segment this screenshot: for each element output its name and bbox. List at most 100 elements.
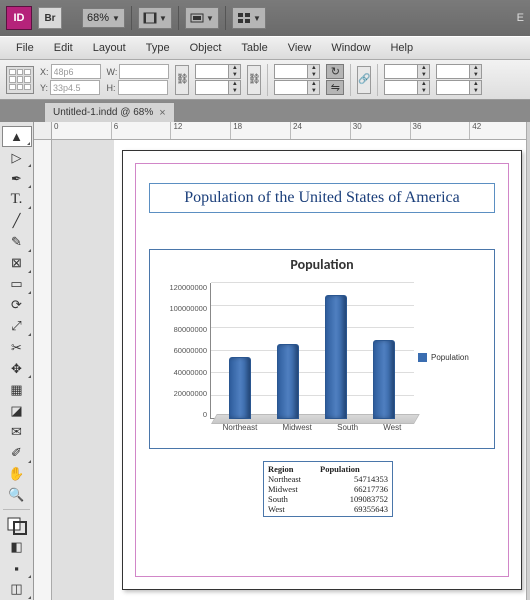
document-tab-bar: Untitled-1.indd @ 68% ×: [0, 100, 530, 122]
table-row: South109083752: [268, 494, 388, 504]
screen-icon: [190, 12, 204, 24]
menu-view[interactable]: View: [278, 39, 322, 57]
zoom-level-combo[interactable]: 68% ▼: [82, 8, 125, 28]
zoom-value: 68%: [87, 12, 109, 24]
rotate-spinner[interactable]: ▲▼: [274, 64, 320, 79]
pasteboard: [52, 140, 114, 600]
h-label: H:: [107, 83, 116, 93]
constrain-scale-icon[interactable]: ⛓: [247, 65, 261, 95]
y-input[interactable]: [50, 80, 100, 95]
grid-icon: [237, 12, 251, 24]
film-icon: [143, 12, 157, 24]
rotate-cw-button[interactable]: ↻: [326, 64, 344, 79]
type-tool[interactable]: T.: [2, 189, 32, 210]
gradient-tool[interactable]: ▦: [2, 379, 32, 400]
formatting-affects-button[interactable]: ◧: [2, 537, 32, 558]
fill-stroke-swatch[interactable]: [2, 516, 32, 537]
table-header-region: Region: [268, 464, 318, 474]
menu-file[interactable]: File: [6, 39, 44, 57]
scale-tool[interactable]: ⤢: [2, 316, 32, 337]
view-mode-button[interactable]: ◫: [2, 579, 32, 600]
shear-spinner[interactable]: ▲▼: [274, 80, 320, 95]
document-tab[interactable]: Untitled-1.indd @ 68% ×: [44, 102, 175, 122]
stroke-spinner-2[interactable]: ▲▼: [384, 80, 430, 95]
stroke-spinner-1[interactable]: ▲▼: [384, 64, 430, 79]
menu-window[interactable]: Window: [321, 39, 380, 57]
bar: [373, 340, 395, 419]
scale-x-spinner[interactable]: ▲▼: [195, 64, 241, 79]
screen-mode-button[interactable]: ▼: [185, 7, 219, 29]
workspace-label-cut: E: [517, 12, 524, 24]
table-row: West69355643: [268, 504, 388, 514]
view-options-button[interactable]: ▼: [138, 7, 172, 29]
canvas[interactable]: Population of the United States of Ameri…: [52, 140, 530, 600]
data-table-frame[interactable]: RegionPopulation Northeast54714353 Midwe…: [263, 461, 393, 517]
ruler-tick: 6: [112, 122, 172, 139]
zoom-tool[interactable]: 🔍: [2, 485, 32, 506]
chevron-down-icon: ▼: [112, 14, 120, 23]
category-label: West: [383, 423, 401, 437]
vertical-ruler[interactable]: [34, 140, 52, 600]
menu-edit[interactable]: Edit: [44, 39, 83, 57]
title-text: Population of the United States of Ameri…: [184, 189, 460, 207]
bar: [325, 295, 347, 419]
y-tick: 0: [158, 410, 207, 419]
menu-object[interactable]: Object: [180, 39, 232, 57]
control-panel: X: Y: W: H: ⛓ ▲▼ ▲▼ ⛓ ▲▼ ▲▼ ↻ ⇋ 🔗 ▲▼ ▲▼ …: [0, 60, 530, 100]
line-tool[interactable]: ╱: [2, 210, 32, 231]
menu-type[interactable]: Type: [136, 39, 180, 57]
divider: [131, 6, 132, 30]
arrange-docs-button[interactable]: ▼: [232, 7, 266, 29]
rectangle-frame-tool[interactable]: ⊠: [2, 253, 32, 274]
w-label: W:: [107, 67, 118, 77]
menu-layout[interactable]: Layout: [83, 39, 136, 57]
table-header-pop: Population: [318, 464, 388, 474]
bar: [229, 357, 251, 419]
h-input[interactable]: [118, 80, 168, 95]
menu-help[interactable]: Help: [380, 39, 423, 57]
right-panel-edge[interactable]: [526, 122, 530, 600]
apply-color-button[interactable]: ▪: [2, 558, 32, 579]
stroke-spinner-3[interactable]: ▲▼: [436, 64, 482, 79]
chart-frame[interactable]: Population 12000000010000000080000000600…: [149, 249, 495, 449]
scale-y-spinner[interactable]: ▲▼: [195, 80, 241, 95]
ruler-tick: 30: [351, 122, 411, 139]
tab-title: Untitled-1.indd @ 68%: [53, 107, 153, 118]
eyedropper-tool[interactable]: ✐: [2, 442, 32, 463]
ruler-tick: 0: [52, 122, 112, 139]
document-page[interactable]: Population of the United States of Ameri…: [122, 150, 522, 590]
bridge-icon[interactable]: Br: [38, 7, 62, 29]
menu-table[interactable]: Table: [231, 39, 277, 57]
pencil-tool[interactable]: ✎: [2, 232, 32, 253]
direct-selection-tool[interactable]: ▷: [2, 147, 32, 168]
chart-plot-area: 1200000001000000008000000060000000400000…: [158, 277, 414, 437]
note-tool[interactable]: ✉: [2, 421, 32, 442]
constrain-link-icon[interactable]: ⛓: [175, 65, 189, 95]
w-input[interactable]: [119, 64, 169, 79]
category-label: South: [337, 423, 358, 437]
y-tick: 120000000: [158, 283, 207, 292]
stroke-spinner-4[interactable]: ▲▼: [436, 80, 482, 95]
flip-h-button[interactable]: ⇋: [326, 80, 344, 95]
divider: [267, 64, 268, 96]
title-text-frame[interactable]: Population of the United States of Ameri…: [149, 183, 495, 213]
hand-tool[interactable]: ✋: [2, 464, 32, 485]
scissors-tool[interactable]: ✂: [2, 337, 32, 358]
y-label: Y:: [40, 83, 48, 93]
rectangle-tool[interactable]: ▭: [2, 274, 32, 295]
indesign-app-icon: ID: [6, 6, 32, 30]
x-input[interactable]: [51, 64, 101, 79]
embed-link-icon[interactable]: 🔗: [357, 66, 371, 94]
rotate-tool[interactable]: ⟳: [2, 295, 32, 316]
gradient-feather-tool[interactable]: ◪: [2, 400, 32, 421]
divider: [350, 64, 351, 96]
category-label: Midwest: [283, 423, 312, 437]
free-transform-tool[interactable]: ✥: [2, 358, 32, 379]
selection-tool[interactable]: ▲: [2, 126, 32, 147]
menu-bar: File Edit Layout Type Object Table View …: [0, 36, 530, 60]
reference-point-grid[interactable]: [6, 66, 34, 94]
horizontal-ruler[interactable]: 0 6 12 18 24 30 36 42: [34, 122, 530, 140]
pen-tool[interactable]: ✒: [2, 168, 32, 189]
chart-title: Population: [158, 256, 486, 273]
close-icon[interactable]: ×: [159, 107, 165, 119]
